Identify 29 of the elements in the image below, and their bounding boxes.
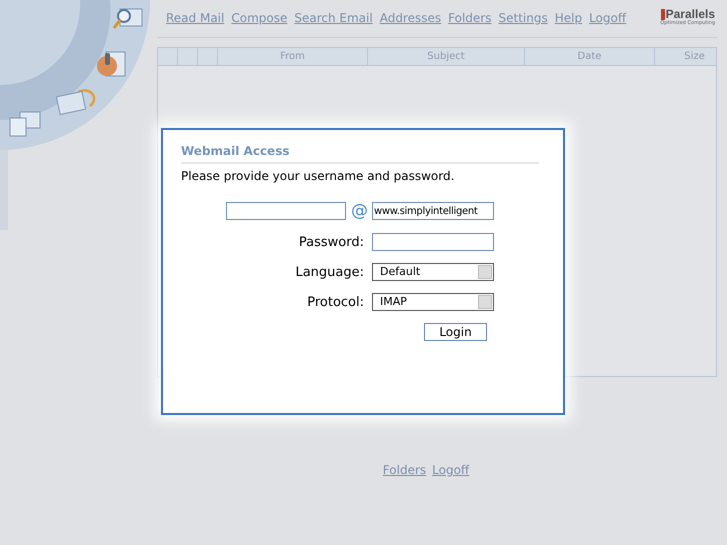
language-dropdown[interactable]: Default: [372, 263, 494, 281]
nav-link[interactable]: Addresses: [380, 11, 442, 25]
protocol-label: Protocol:: [307, 294, 364, 310]
column-header[interactable]: Subject: [368, 48, 525, 65]
footer-link[interactable]: Folders: [382, 463, 426, 477]
nav-link[interactable]: Help: [554, 11, 582, 25]
language-label: Language:: [295, 264, 364, 280]
nav-link[interactable]: Settings: [498, 11, 548, 25]
password-label: Password:: [298, 234, 364, 250]
nav-link[interactable]: Search Email: [294, 11, 373, 25]
protocol-dropdown[interactable]: IMAP: [372, 293, 494, 311]
domain-field[interactable]: www.simplyintelligent: [372, 202, 494, 220]
nav-link[interactable]: Folders: [448, 11, 492, 25]
nav-link[interactable]: Compose: [231, 11, 288, 25]
documents-icon[interactable]: [8, 110, 42, 138]
logo-wordmark: Parallels: [660, 7, 715, 21]
nav-link[interactable]: Read Mail: [166, 11, 224, 25]
password-field[interactable]: [372, 233, 494, 251]
column-header[interactable]: From: [218, 48, 368, 65]
dialog-message: Please provide your username and password.: [181, 169, 456, 183]
footer-link[interactable]: Logoff: [432, 463, 470, 477]
login-button[interactable]: Login: [424, 323, 487, 341]
column-header[interactable]: Date: [525, 48, 655, 65]
magnifier-envelope-icon[interactable]: [112, 6, 144, 32]
username-field[interactable]: [226, 202, 346, 220]
dialog-title: Webmail Access: [181, 144, 539, 164]
at-sign: @: [351, 201, 368, 221]
column-header[interactable]: Size: [655, 48, 727, 65]
nav-link[interactable]: Logoff: [589, 11, 626, 25]
